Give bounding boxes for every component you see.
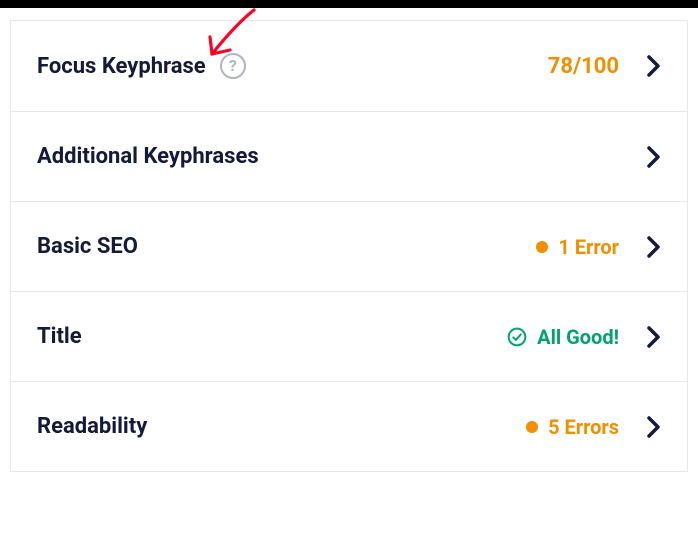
status-text: All Good!	[537, 325, 619, 349]
row-basic-seo[interactable]: Basic SEO 1 Error	[11, 202, 687, 292]
chevron-right-icon	[647, 146, 661, 168]
window-top-bar	[0, 0, 698, 8]
status-text: 5 Errors	[548, 415, 619, 439]
row-focus-keyphrase[interactable]: Focus Keyphrase ? 78/100	[11, 21, 687, 112]
row-label: Basic SEO	[37, 234, 138, 259]
row-label: Focus Keyphrase	[37, 54, 206, 79]
row-label: Title	[37, 324, 82, 349]
dot-icon	[536, 241, 548, 253]
check-circle-icon	[507, 327, 527, 347]
row-title[interactable]: Title All Good!	[11, 292, 687, 382]
dot-icon	[526, 421, 538, 433]
help-icon[interactable]: ?	[220, 53, 246, 79]
chevron-right-icon	[647, 236, 661, 258]
row-additional-keyphrases[interactable]: Additional Keyphrases	[11, 112, 687, 202]
status-badge: 1 Error	[536, 235, 619, 259]
row-label: Additional Keyphrases	[37, 144, 259, 169]
status-badge: All Good!	[507, 325, 619, 349]
chevron-right-icon	[647, 416, 661, 438]
status-text: 1 Error	[558, 235, 619, 259]
seo-panel: Focus Keyphrase ? 78/100 Additional Keyp…	[10, 20, 688, 472]
row-readability[interactable]: Readability 5 Errors	[11, 382, 687, 471]
status-badge: 5 Errors	[526, 415, 619, 439]
row-label: Readability	[37, 414, 147, 439]
chevron-right-icon	[647, 55, 661, 77]
score-value: 78/100	[548, 54, 619, 79]
chevron-right-icon	[647, 326, 661, 348]
